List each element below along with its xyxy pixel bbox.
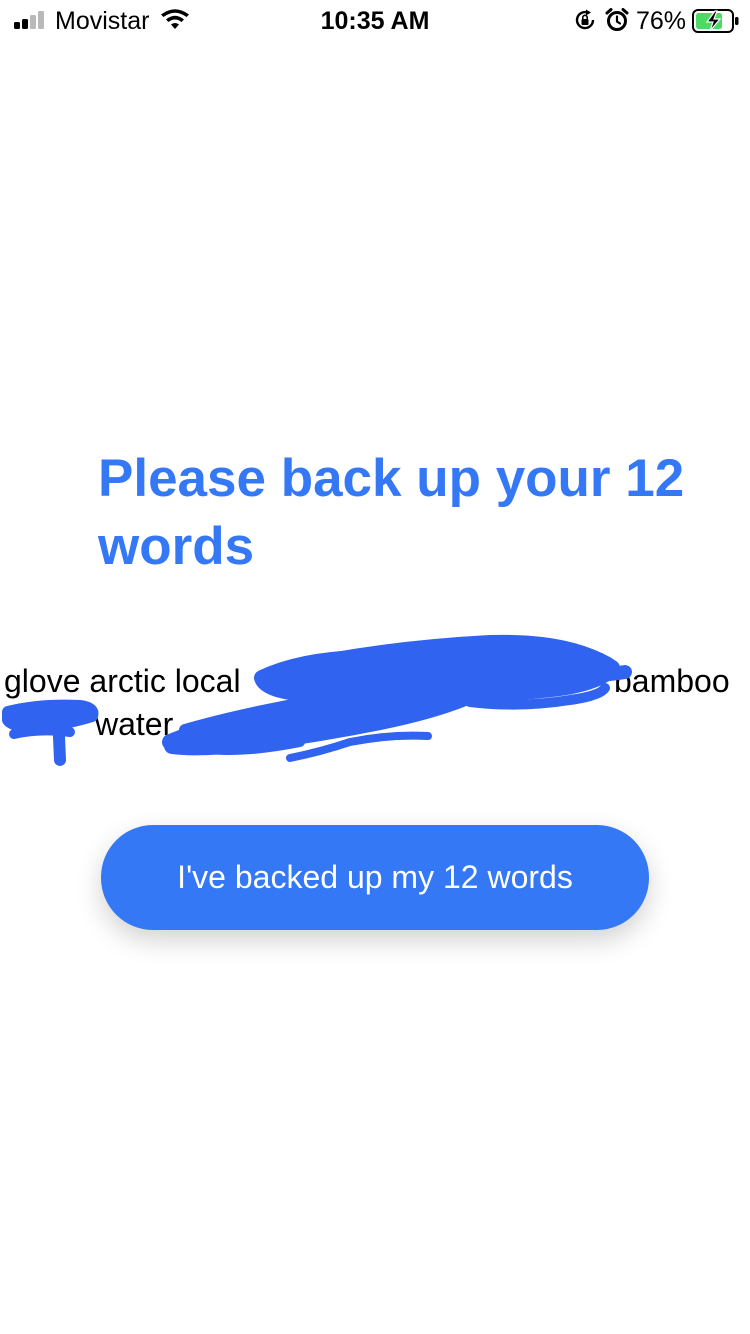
battery-percent: 76%: [636, 7, 687, 35]
battery-charging-icon: [692, 9, 739, 33]
seed-words-line1-left: glove arctic local: [4, 663, 241, 699]
alarm-icon: [605, 8, 629, 31]
seed-phrase: glove arctic local bamboo water: [0, 657, 750, 757]
orientation-lock-icon: [575, 9, 595, 30]
page-title: Please back up your 12 words: [98, 449, 685, 576]
status-bar: Movistar 10:35 AM 76%: [0, 0, 750, 42]
backed-up-button[interactable]: I've backed up my 12 words: [101, 825, 649, 930]
seed-words-line2: water: [95, 706, 174, 742]
seed-words-line1-right: bamboo: [614, 663, 730, 699]
